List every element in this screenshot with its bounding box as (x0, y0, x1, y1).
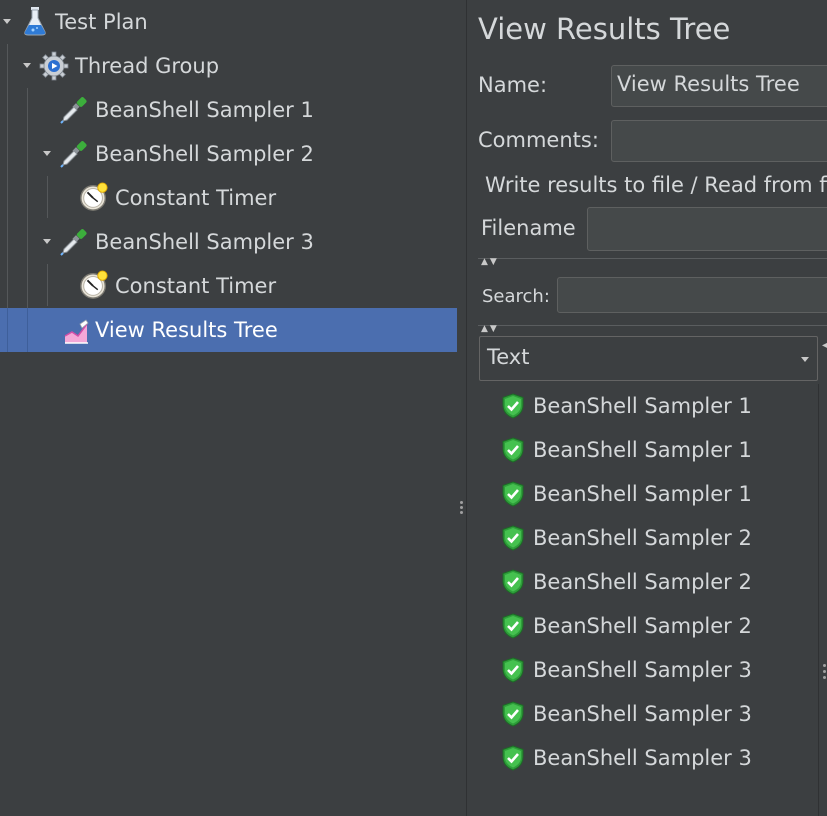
divider-grip (460, 506, 463, 509)
expand-caret-icon[interactable] (43, 239, 51, 244)
success-shield-icon (502, 393, 524, 419)
result-item[interactable]: BeanShell Sampler 1 (479, 472, 818, 516)
tree-item-label: BeanShell Sampler 1 (95, 98, 314, 122)
collapse-arrows-icon[interactable]: ▲▼ (481, 324, 499, 334)
tree-item-label: View Results Tree (95, 318, 278, 342)
success-shield-icon (502, 657, 524, 683)
tree-item-label: Constant Timer (115, 186, 277, 210)
result-item[interactable]: BeanShell Sampler 2 (479, 516, 818, 560)
results-list[interactable]: BeanShell Sampler 1 BeanShell Sampler 1 … (479, 384, 818, 816)
tree-guide (7, 308, 8, 352)
result-item[interactable]: BeanShell Sampler 2 (479, 604, 818, 648)
tree-item-beanshell-sampler-2[interactable]: BeanShell Sampler 2 (0, 132, 457, 176)
divider-line (478, 325, 827, 326)
filename-field[interactable] (587, 207, 827, 251)
success-shield-icon (502, 613, 524, 639)
result-item-label: BeanShell Sampler 1 (533, 482, 752, 506)
tree-item-constant-timer[interactable]: Constant Timer (0, 264, 457, 308)
renderer-select-value: Text (487, 345, 530, 369)
result-item[interactable]: BeanShell Sampler 1 (479, 384, 818, 428)
tree-item-beanshell-sampler-1[interactable]: BeanShell Sampler 1 (0, 88, 457, 132)
divider-grip (460, 511, 463, 514)
tree-item-constant-timer[interactable]: Constant Timer (0, 176, 457, 220)
name-field[interactable]: View Results Tree (611, 65, 827, 107)
comments-field[interactable] (611, 120, 827, 162)
result-item-label: BeanShell Sampler 1 (533, 394, 752, 418)
name-label: Name: (478, 73, 548, 97)
test-plan-tree[interactable]: Test Plan Thread Group BeanShell Sampler… (0, 0, 457, 816)
tree-item-label: Test Plan (55, 10, 148, 34)
search-input[interactable] (557, 277, 827, 313)
tree-item-label: BeanShell Sampler 2 (95, 142, 314, 166)
tree-item-thread-group[interactable]: Thread Group (0, 44, 457, 88)
tree-item-label: BeanShell Sampler 3 (95, 230, 314, 254)
panel-title: View Results Tree (478, 12, 731, 46)
comments-label: Comments: (478, 128, 599, 152)
result-item-label: BeanShell Sampler 3 (533, 702, 752, 726)
chevron-down-icon (801, 357, 809, 362)
renderer-select[interactable]: Text (479, 336, 818, 381)
result-item-label: BeanShell Sampler 3 (533, 746, 752, 770)
tree-guide (27, 308, 28, 352)
dropper-icon (59, 95, 89, 125)
result-item-label: BeanShell Sampler 2 (533, 526, 752, 550)
timer-icon (79, 270, 109, 300)
success-shield-icon (502, 437, 524, 463)
expand-caret-icon[interactable] (3, 19, 11, 24)
result-item[interactable]: BeanShell Sampler 3 (479, 736, 818, 780)
result-item[interactable]: BeanShell Sampler 3 (479, 692, 818, 736)
success-shield-icon (502, 525, 524, 551)
expand-caret-icon[interactable] (43, 151, 51, 156)
timer-icon (79, 182, 109, 212)
result-item-label: BeanShell Sampler 1 (533, 438, 752, 462)
tree-item-test-plan[interactable]: Test Plan (0, 0, 457, 44)
flask-icon (20, 6, 50, 36)
divider-line (478, 258, 827, 259)
jmeter-window: Test Plan Thread Group BeanShell Sampler… (0, 0, 827, 816)
collapse-arrows-icon[interactable]: ▲▼ (481, 257, 499, 267)
result-item[interactable]: BeanShell Sampler 2 (479, 560, 818, 604)
divider-grip[interactable] (823, 664, 826, 682)
collapse-left-icon[interactable]: ◀ (822, 340, 827, 351)
success-shield-icon (502, 569, 524, 595)
filename-label: Filename (481, 216, 576, 240)
tree-item-label: Constant Timer (115, 274, 277, 298)
result-item[interactable]: BeanShell Sampler 1 (479, 428, 818, 472)
success-shield-icon (502, 481, 524, 507)
tree-item-beanshell-sampler-3[interactable]: BeanShell Sampler 3 (0, 220, 457, 264)
search-label: Search: (482, 286, 550, 307)
graph-icon (61, 317, 91, 347)
view-results-tree-panel: View Results Tree Name: View Results Tre… (467, 0, 827, 816)
result-item-label: BeanShell Sampler 2 (533, 570, 752, 594)
dropper-icon (59, 139, 89, 169)
dropper-icon (59, 227, 89, 257)
success-shield-icon (502, 745, 524, 771)
expand-caret-icon[interactable] (23, 63, 31, 68)
result-item-label: BeanShell Sampler 3 (533, 658, 752, 682)
result-item[interactable]: BeanShell Sampler 3 (479, 648, 818, 692)
result-item-label: BeanShell Sampler 2 (533, 614, 752, 638)
success-shield-icon (502, 701, 524, 727)
gear-icon (39, 51, 69, 81)
divider-grip (460, 501, 463, 504)
write-results-section-label: Write results to file / Read from file (485, 173, 827, 197)
tree-item-label: Thread Group (75, 54, 220, 78)
split-pane-divider[interactable] (457, 0, 467, 816)
results-divider[interactable] (818, 384, 819, 816)
tree-item-view-results-tree[interactable]: View Results Tree (0, 308, 457, 352)
